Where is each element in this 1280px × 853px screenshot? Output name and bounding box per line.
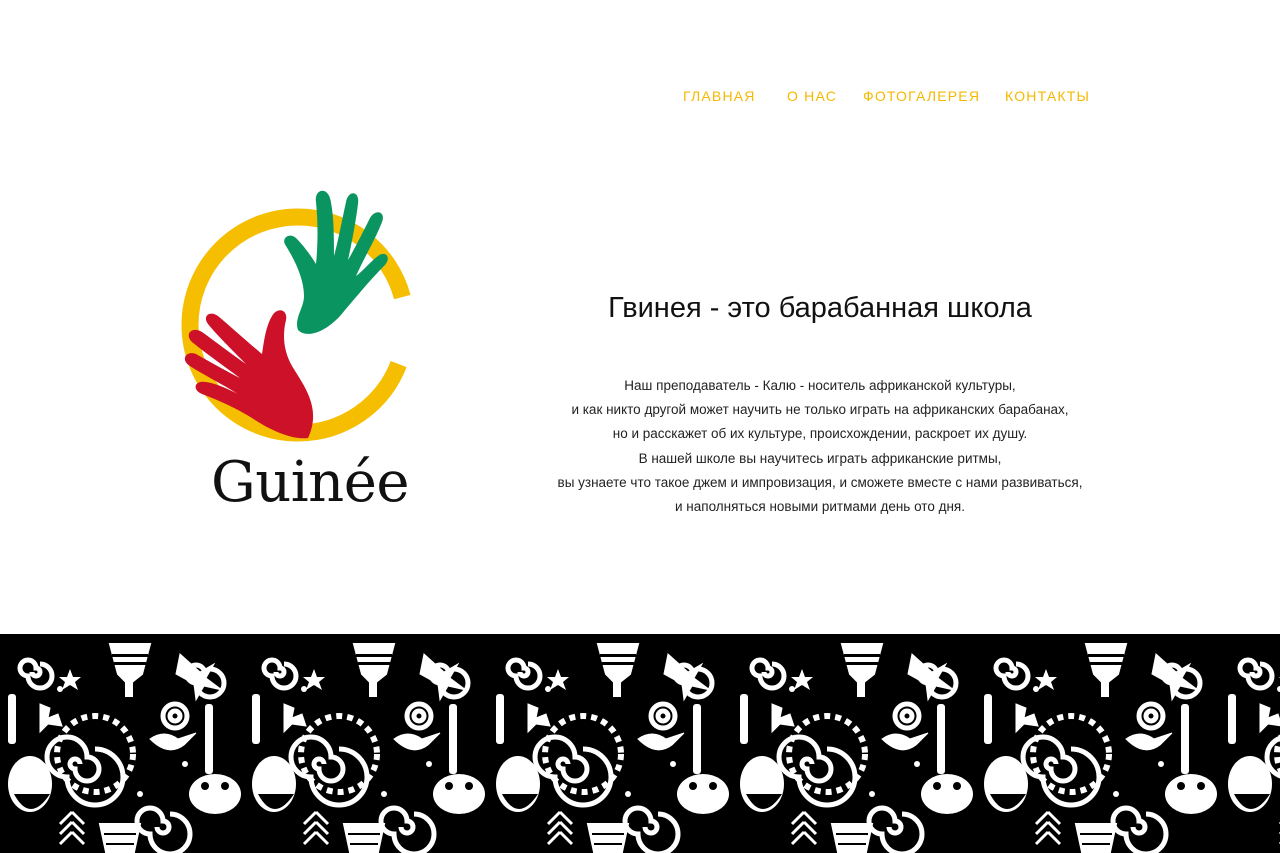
african-ornament-pattern-icon <box>0 634 1280 853</box>
intro-line: но и расскажет об их культуре, происхожд… <box>612 426 1028 442</box>
guinee-logo: Guinée <box>180 180 440 525</box>
nav-link-gallery[interactable]: ФОТОГАЛЕРЕЯ <box>863 88 980 104</box>
intro-line: В нашей школе вы научитесь играть африка… <box>638 450 1002 466</box>
african-ornament-pattern-band <box>0 634 1280 853</box>
intro-line: и как никто другой может научить не толь… <box>571 402 1069 418</box>
nav-link-home[interactable]: ГЛАВНАЯ <box>683 88 756 104</box>
page-headline: Гвинея - это барабанная школа <box>608 292 1032 324</box>
logo-hands-emblem-icon <box>181 190 415 442</box>
nav-link-contacts[interactable]: КОНТАКТЫ <box>1005 88 1090 104</box>
main-navigation: ГЛАВНАЯ О НАС ФОТОГАЛЕРЕЯ КОНТАКТЫ <box>0 88 1280 108</box>
intro-line: вы узнаете что такое джем и импровизация… <box>557 474 1083 490</box>
nav-link-about[interactable]: О НАС <box>787 88 837 104</box>
logo-wordmark: Guinée <box>210 450 410 515</box>
intro-line: Наш преподаватель - Калю - носитель афри… <box>624 378 1016 393</box>
intro-paragraph: Наш преподаватель - Калю - носитель афри… <box>500 374 1140 519</box>
intro-line: и наполняться новыми ритмами день ото дн… <box>675 499 965 515</box>
